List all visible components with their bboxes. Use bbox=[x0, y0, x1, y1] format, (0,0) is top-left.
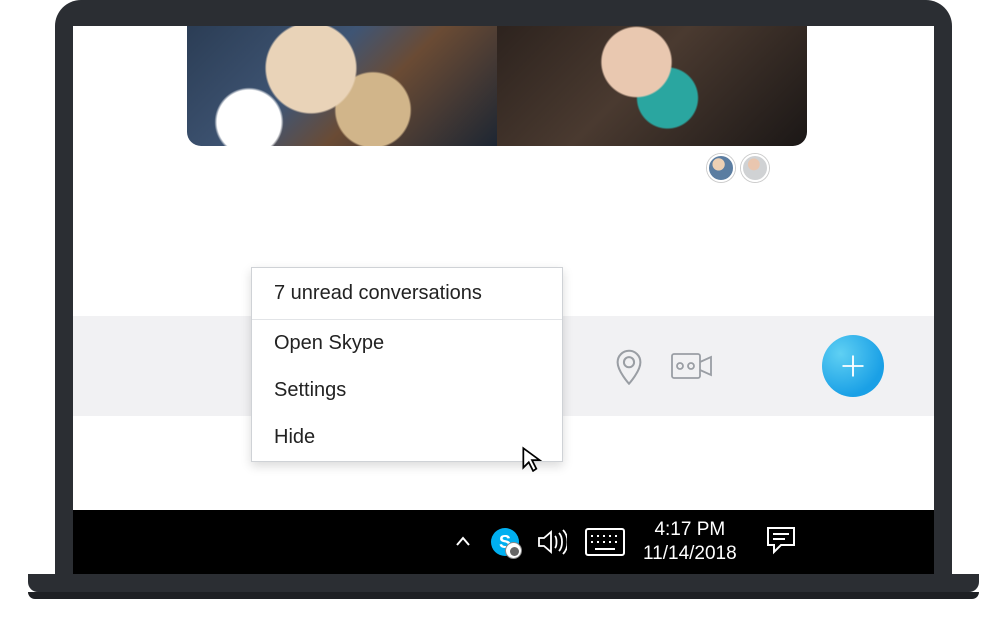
clock-time: 4:17 PM bbox=[643, 518, 737, 542]
skype-tray-icon[interactable]: S bbox=[491, 528, 519, 556]
tray-overflow-chevron-icon[interactable] bbox=[453, 532, 473, 552]
location-icon[interactable] bbox=[613, 347, 645, 385]
add-button[interactable] bbox=[822, 335, 884, 397]
system-tray: S bbox=[453, 528, 625, 556]
action-center-icon[interactable] bbox=[765, 525, 797, 560]
video-message-icon[interactable] bbox=[671, 351, 713, 381]
screen: 7 unread conversations Open Skype Settin… bbox=[73, 26, 934, 574]
avatar[interactable] bbox=[741, 154, 769, 182]
mouse-cursor-icon bbox=[521, 446, 543, 477]
menu-item-settings[interactable]: Settings bbox=[252, 367, 562, 414]
photo-right bbox=[497, 26, 807, 146]
skype-tray-context-menu: 7 unread conversations Open Skype Settin… bbox=[251, 267, 563, 462]
menu-header-unread[interactable]: 7 unread conversations bbox=[252, 268, 562, 320]
taskbar-clock[interactable]: 4:17 PM 11/14/2018 bbox=[643, 518, 737, 566]
laptop-base bbox=[28, 574, 979, 592]
avatar[interactable] bbox=[707, 154, 735, 182]
windows-taskbar: S bbox=[73, 510, 934, 574]
menu-item-open-skype[interactable]: Open Skype bbox=[252, 320, 562, 367]
message-photo-attachment[interactable] bbox=[187, 26, 807, 146]
menu-item-hide[interactable]: Hide bbox=[252, 414, 562, 461]
volume-icon[interactable] bbox=[537, 529, 567, 555]
laptop-frame: 7 unread conversations Open Skype Settin… bbox=[55, 0, 952, 574]
photo-left bbox=[187, 26, 497, 146]
read-by-avatars bbox=[707, 154, 769, 182]
clock-date: 11/14/2018 bbox=[643, 542, 737, 566]
touch-keyboard-icon[interactable] bbox=[585, 528, 625, 556]
